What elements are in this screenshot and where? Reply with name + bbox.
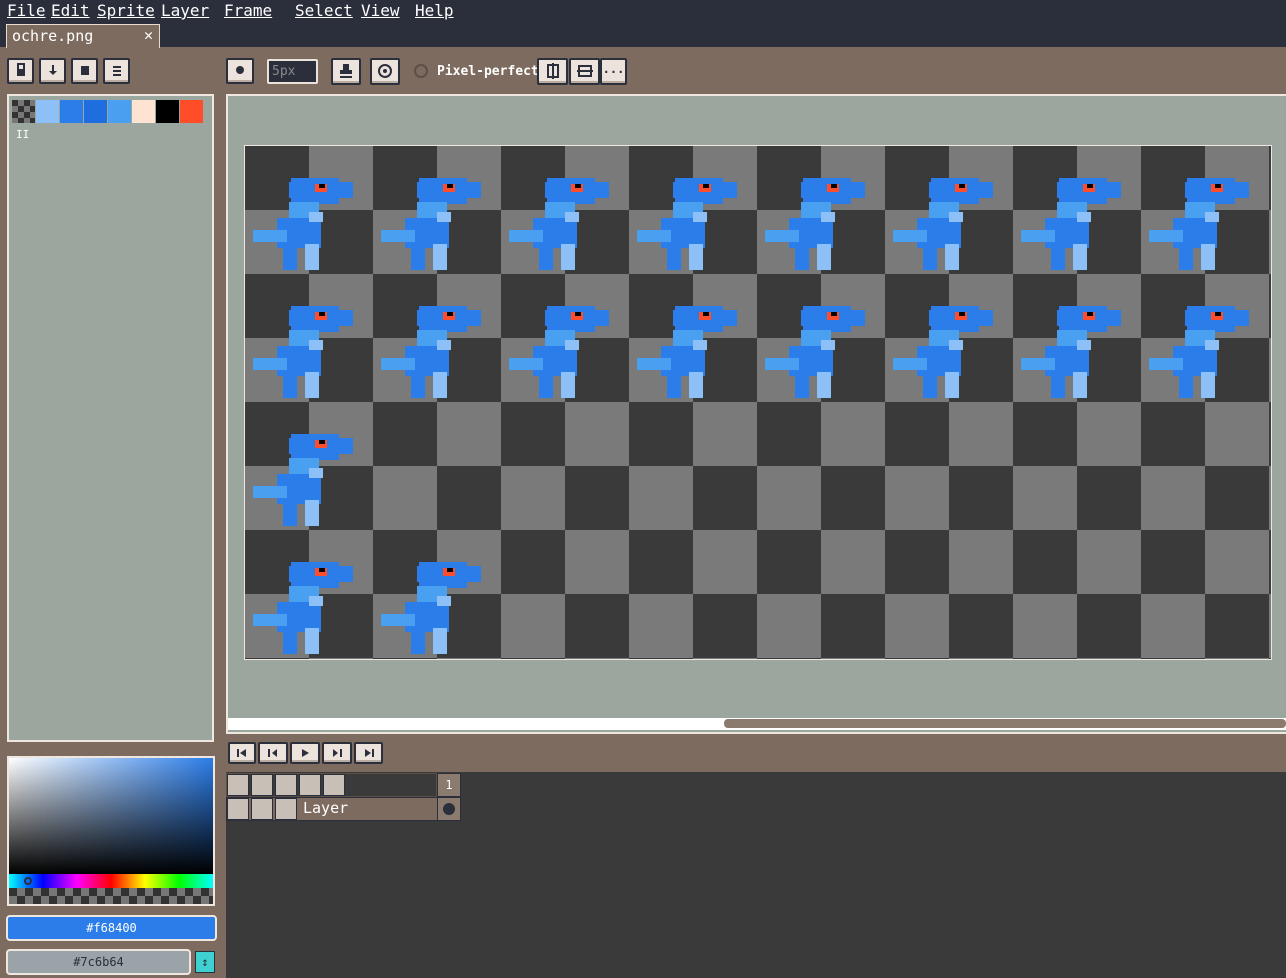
sprite-frame — [1017, 300, 1127, 404]
dynamics-button[interactable] — [370, 58, 400, 85]
brush-type-button[interactable] — [226, 58, 254, 84]
sprite-frame — [633, 172, 743, 276]
layer-row[interactable]: Layer — [226, 797, 461, 821]
tab-label: ochre.png — [12, 27, 94, 45]
palette-swatch[interactable] — [84, 100, 107, 123]
scrollbar-thumb[interactable] — [724, 719, 1286, 728]
menu-sprite[interactable]: Sprite — [97, 1, 155, 21]
lock-icon[interactable] — [251, 798, 273, 820]
eye-icon[interactable] — [227, 774, 249, 796]
sprite-frame — [761, 172, 871, 276]
lock-icon[interactable] — [251, 774, 273, 796]
menu-bar: File Edit Sprite Layer Frame Select View… — [0, 0, 1286, 23]
document-tab[interactable]: ochre.png ✕ — [6, 24, 160, 48]
symmetry-h-icon — [576, 65, 593, 77]
frame-cel[interactable] — [437, 797, 461, 821]
skip-start-icon — [237, 749, 246, 757]
close-icon[interactable]: ✕ — [144, 26, 153, 44]
arrow-down-icon — [48, 65, 57, 75]
continuous-icon[interactable] — [275, 774, 297, 796]
alpha-slider[interactable] — [9, 888, 213, 904]
foreground-color-button[interactable]: #f68400 — [6, 915, 217, 941]
skip-end-icon — [364, 749, 374, 757]
palette-swatch-transparent[interactable] — [12, 100, 35, 123]
hamburger-icon — [112, 66, 121, 76]
menu-frame[interactable]: Frame — [224, 1, 272, 21]
layer-tree-icon[interactable] — [299, 774, 321, 796]
symmetry-vertical-button[interactable] — [537, 58, 568, 85]
menu-file[interactable]: File — [7, 1, 46, 21]
pixel-perfect-checkbox[interactable] — [414, 64, 428, 78]
next-frame-button[interactable] — [322, 742, 352, 764]
stamp-tool-button[interactable] — [331, 58, 361, 85]
palette-swatch[interactable] — [60, 100, 83, 123]
lock-icon — [16, 63, 25, 76]
download-palette-button[interactable] — [39, 58, 66, 84]
brush-size-input[interactable]: 5px — [267, 59, 318, 84]
new-layer-icon[interactable] — [323, 774, 345, 796]
menu-help[interactable]: Help — [415, 1, 454, 21]
menu-layer[interactable]: Layer — [161, 1, 209, 21]
palette-swatch[interactable] — [180, 100, 203, 123]
background-color-button[interactable]: #7c6b64 — [6, 949, 191, 975]
sprite-frame — [249, 428, 359, 532]
page-icon — [80, 66, 89, 75]
swap-colors-button[interactable]: ↕ — [195, 951, 215, 973]
layer-name: Layer — [303, 799, 349, 817]
previous-frame-button[interactable] — [258, 742, 288, 764]
step-forward-icon — [333, 749, 342, 757]
palette-swatch[interactable] — [108, 100, 131, 123]
pixel-perfect-label: Pixel-perfect — [437, 64, 539, 79]
play-icon — [302, 749, 309, 757]
sprite-frame — [249, 556, 359, 659]
saturation-value-area[interactable] — [9, 758, 213, 874]
last-frame-button[interactable] — [354, 742, 383, 764]
cel-dot-icon — [443, 803, 455, 815]
more-options-button[interactable]: ... — [600, 58, 627, 85]
palette-swatch[interactable] — [132, 100, 155, 123]
menu-select[interactable]: Select — [295, 1, 353, 21]
hue-slider[interactable] — [9, 874, 213, 888]
hue-handle[interactable] — [24, 877, 32, 885]
menu-edit[interactable]: Edit — [51, 1, 90, 21]
step-back-icon — [268, 749, 277, 757]
palette-menu-button[interactable] — [103, 58, 130, 84]
lock-palette-button[interactable] — [7, 58, 34, 84]
timeline-header — [226, 773, 437, 797]
sprite-frame — [505, 300, 615, 404]
continuous-icon[interactable] — [275, 798, 297, 820]
sprite-frame — [249, 172, 359, 276]
sprite-frame — [377, 300, 487, 404]
sprite-frame — [249, 300, 359, 404]
color-picker[interactable] — [7, 756, 215, 906]
palette-swatch[interactable] — [156, 100, 179, 123]
sprite-frame — [633, 300, 743, 404]
first-frame-button[interactable] — [228, 742, 256, 764]
symmetry-horizontal-button[interactable] — [569, 58, 600, 85]
eye-icon[interactable] — [227, 798, 249, 820]
sprite-canvas[interactable] — [244, 145, 1272, 660]
symmetry-icon — [546, 63, 559, 79]
sprite-frame — [1145, 172, 1255, 276]
palette-cursor: II — [16, 128, 30, 141]
sprite-frame — [889, 172, 999, 276]
sprite-frame — [761, 300, 871, 404]
new-palette-button[interactable] — [71, 58, 98, 84]
sprite-frame — [1145, 300, 1255, 404]
palette-swatch[interactable] — [36, 100, 59, 123]
palette-panel: II — [7, 94, 214, 742]
sprite-frame — [505, 172, 615, 276]
target-icon — [378, 64, 392, 78]
sprite-frame — [1017, 172, 1127, 276]
tab-strip — [0, 23, 1286, 47]
frame-number-header[interactable]: 1 — [437, 773, 461, 797]
sprite-frame — [377, 556, 487, 659]
sprite-frame — [377, 172, 487, 276]
sprite-layer — [245, 146, 1271, 659]
play-button[interactable] — [290, 742, 320, 764]
circle-brush-icon — [236, 66, 244, 74]
stamp-icon — [340, 64, 352, 78]
sprite-frame — [889, 300, 999, 404]
menu-view[interactable]: View — [361, 1, 400, 21]
